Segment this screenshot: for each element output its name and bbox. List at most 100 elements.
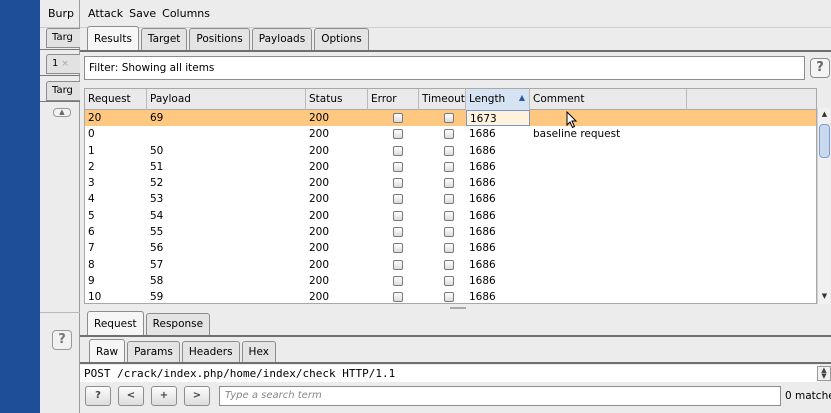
scrollbar-thumb[interactable] [819, 124, 830, 158]
tab-hex[interactable]: Hex [241, 341, 276, 363]
table-row[interactable]: 6 55 200 1686 [85, 224, 816, 240]
error-checkbox-cell [368, 208, 419, 224]
timeout-checkbox-cell [419, 208, 466, 224]
burp-tab-target[interactable]: Targ [46, 28, 80, 48]
table-row[interactable]: 3 52 200 1686 [85, 175, 816, 191]
results-scrollbar[interactable]: ▲ ▼ [817, 108, 830, 304]
desktop-background [0, 0, 40, 413]
error-checkbox[interactable] [393, 129, 403, 140]
filter-help-button[interactable]: ? [810, 58, 830, 78]
error-checkbox[interactable] [393, 178, 403, 189]
raw-editor-scrollbar[interactable]: ▲ ▼ [817, 366, 831, 381]
timeout-checkbox-cell [419, 175, 466, 191]
timeout-checkbox[interactable] [444, 194, 454, 205]
error-checkbox[interactable] [393, 292, 403, 303]
timeout-checkbox[interactable] [444, 275, 454, 286]
error-checkbox[interactable] [393, 259, 403, 270]
menu-save[interactable]: Save [129, 7, 156, 20]
status-cell: 200 [309, 128, 330, 141]
search-add-button[interactable]: + [151, 386, 177, 406]
length-cell: 1673 [466, 110, 530, 127]
table-row[interactable]: 5 54 200 1686 [85, 208, 816, 224]
comment-cell [530, 257, 687, 273]
menu-columns[interactable]: Columns [162, 7, 210, 20]
error-checkbox[interactable] [393, 243, 403, 254]
timeout-checkbox[interactable] [444, 129, 454, 140]
timeout-checkbox-cell [419, 224, 466, 240]
table-row[interactable]: 4 53 200 1686 [85, 191, 816, 207]
burp-tab-1[interactable]: 1 × [46, 54, 80, 74]
tab-results[interactable]: Results [87, 26, 139, 50]
tab-payloads[interactable]: Payloads [251, 28, 313, 50]
pane-splitter-handle[interactable] [450, 307, 466, 309]
timeout-checkbox[interactable] [444, 113, 454, 123]
tab-headers[interactable]: Headers [181, 341, 240, 363]
table-row[interactable]: 9 58 200 1686 [85, 273, 816, 289]
error-checkbox[interactable] [393, 113, 403, 123]
search-help-button[interactable]: ? [85, 386, 111, 406]
table-row[interactable]: 0 200 1686 baseline request [85, 126, 816, 142]
length-cell: 1686 [469, 144, 496, 157]
column-header-length[interactable]: Length ▲ [466, 89, 530, 110]
error-checkbox[interactable] [393, 210, 403, 221]
scroll-up-icon[interactable]: ▲ [818, 110, 831, 118]
column-header-error[interactable]: Error [368, 89, 419, 110]
table-row[interactable]: 10 59 200 1686 [85, 289, 816, 303]
view-tab-bar: Raw Params Headers Hex [89, 339, 276, 363]
burp-main-window: Burp Targ 1 × Targ ▲ ? [40, 0, 80, 413]
error-checkbox[interactable] [393, 194, 403, 205]
column-header-timeout[interactable]: Timeout [419, 89, 466, 110]
timeout-checkbox[interactable] [444, 259, 454, 270]
close-icon[interactable]: × [61, 59, 69, 69]
tab-positions[interactable]: Positions [189, 28, 250, 50]
error-checkbox[interactable] [393, 161, 403, 172]
tab-divider [80, 362, 831, 364]
length-cell: 1686 [469, 160, 496, 173]
timeout-checkbox[interactable] [444, 292, 454, 303]
status-cell: 200 [309, 160, 330, 173]
column-header-payload[interactable]: Payload [147, 89, 306, 110]
timeout-checkbox[interactable] [444, 161, 454, 172]
search-previous-button[interactable]: < [118, 386, 144, 406]
menu-attack[interactable]: Attack [88, 7, 123, 20]
table-row[interactable]: 20 69 200 1673 [85, 110, 816, 127]
column-header-request[interactable]: Request [85, 89, 147, 110]
raw-request-editor[interactable]: POST /crack/index.php/home/index/check H… [80, 365, 820, 382]
table-row[interactable]: 1 50 200 1686 [85, 143, 816, 159]
scroll-down-icon[interactable]: ▼ [818, 292, 831, 300]
burp-menu-item[interactable]: Burp [48, 7, 74, 20]
divider [40, 49, 80, 50]
tab-target[interactable]: Target [140, 28, 188, 50]
table-row[interactable]: 7 56 200 1686 [85, 240, 816, 256]
error-checkbox[interactable] [393, 145, 403, 156]
status-cell: 200 [309, 112, 330, 124]
status-cell: 200 [309, 274, 330, 287]
timeout-checkbox[interactable] [444, 210, 454, 221]
help-button[interactable]: ? [52, 330, 72, 350]
table-row[interactable]: 8 57 200 1686 [85, 257, 816, 273]
timeout-checkbox[interactable] [444, 227, 454, 238]
tab-options[interactable]: Options [314, 28, 369, 50]
tab-raw[interactable]: Raw [89, 339, 126, 363]
payload-cell: 55 [150, 226, 164, 239]
error-checkbox[interactable] [393, 275, 403, 286]
tab-request[interactable]: Request [87, 311, 144, 335]
request-cell: 20 [88, 112, 102, 124]
table-row[interactable]: 2 51 200 1686 [85, 159, 816, 175]
timeout-checkbox[interactable] [444, 243, 454, 254]
burp-tab-target-sub[interactable]: Targ [46, 81, 80, 101]
timeout-checkbox[interactable] [444, 145, 454, 156]
payload-cell: 58 [150, 274, 164, 287]
column-header-status[interactable]: Status [306, 89, 368, 110]
tab-response[interactable]: Response [145, 313, 211, 335]
tab-params[interactable]: Params [127, 341, 180, 363]
timeout-checkbox[interactable] [444, 178, 454, 189]
request-cell: 4 [88, 193, 95, 206]
scroll-up-icon[interactable]: ▲ [53, 108, 71, 117]
column-header-comment[interactable]: Comment [530, 89, 687, 110]
payload-cell: 57 [150, 258, 164, 271]
filter-bar[interactable]: Filter: Showing all items [84, 56, 805, 80]
error-checkbox[interactable] [393, 227, 403, 238]
search-input[interactable]: Type a search term [219, 386, 781, 406]
search-next-button[interactable]: > [184, 386, 210, 406]
